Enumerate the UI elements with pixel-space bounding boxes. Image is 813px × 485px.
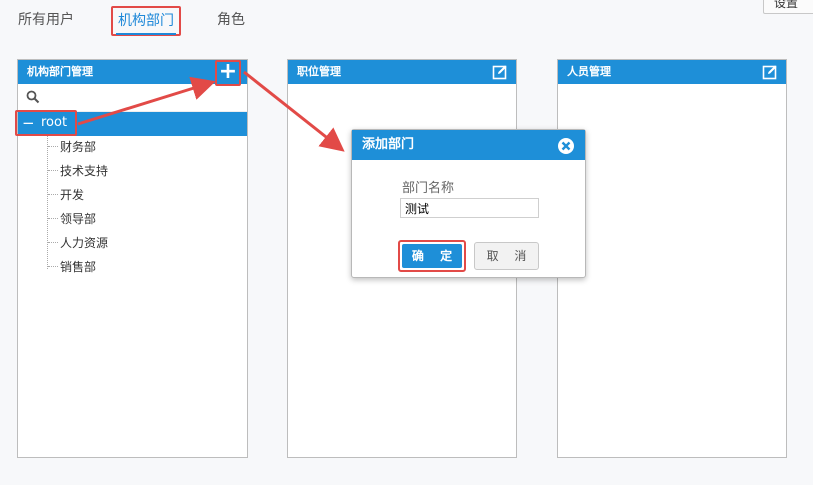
add-department-dialog: 添加部门 部门名称 确 定 取 消 bbox=[351, 129, 586, 278]
position-panel-title: 职位管理 bbox=[297, 65, 341, 78]
tab-roles[interactable]: 角色 bbox=[217, 10, 245, 30]
tree-item-sales[interactable]: 销售部 bbox=[48, 258, 96, 275]
tree-item-leadership[interactable]: 领导部 bbox=[48, 210, 96, 227]
close-icon[interactable] bbox=[557, 137, 575, 155]
tab-org-departments[interactable]: 机构部门 bbox=[111, 6, 181, 36]
department-name-input[interactable] bbox=[400, 198, 539, 218]
department-name-label: 部门名称 bbox=[402, 181, 455, 196]
tree-item-tech-support[interactable]: 技术支持 bbox=[48, 162, 108, 179]
position-panel-header: 职位管理 bbox=[288, 60, 516, 84]
root-label: root bbox=[41, 115, 68, 130]
collapse-icon[interactable]: − bbox=[22, 114, 35, 132]
edit-icon[interactable] bbox=[492, 64, 508, 80]
org-panel-title: 机构部门管理 bbox=[27, 65, 93, 78]
staff-panel: 人员管理 bbox=[557, 59, 787, 458]
tree-search[interactable] bbox=[18, 84, 247, 112]
add-department-icon[interactable]: + bbox=[215, 60, 241, 86]
confirm-button[interactable]: 确 定 bbox=[398, 240, 466, 272]
tree-item-hr[interactable]: 人力资源 bbox=[48, 234, 108, 251]
top-tabs: 所有用户 机构部门 角色 bbox=[0, 0, 813, 40]
search-icon bbox=[26, 90, 40, 104]
staff-panel-title: 人员管理 bbox=[567, 65, 611, 78]
cancel-button[interactable]: 取 消 bbox=[474, 242, 539, 270]
dialog-title: 添加部门 bbox=[362, 137, 415, 152]
tree-root-node[interactable]: − root bbox=[15, 110, 247, 136]
dialog-header: 添加部门 bbox=[352, 130, 585, 160]
edit-icon[interactable] bbox=[762, 64, 778, 80]
confirm-button-label: 确 定 bbox=[402, 244, 462, 268]
staff-panel-header: 人员管理 bbox=[558, 60, 786, 84]
org-panel: 机构部门管理 + − root 财务部 技术支持 开发 领导部 人力资源 销售部 bbox=[15, 59, 248, 458]
tree-item-finance[interactable]: 财务部 bbox=[48, 138, 96, 155]
tree-item-development[interactable]: 开发 bbox=[48, 186, 84, 203]
org-panel-header: 机构部门管理 + bbox=[18, 60, 247, 86]
tab-all-users[interactable]: 所有用户 bbox=[18, 10, 74, 30]
